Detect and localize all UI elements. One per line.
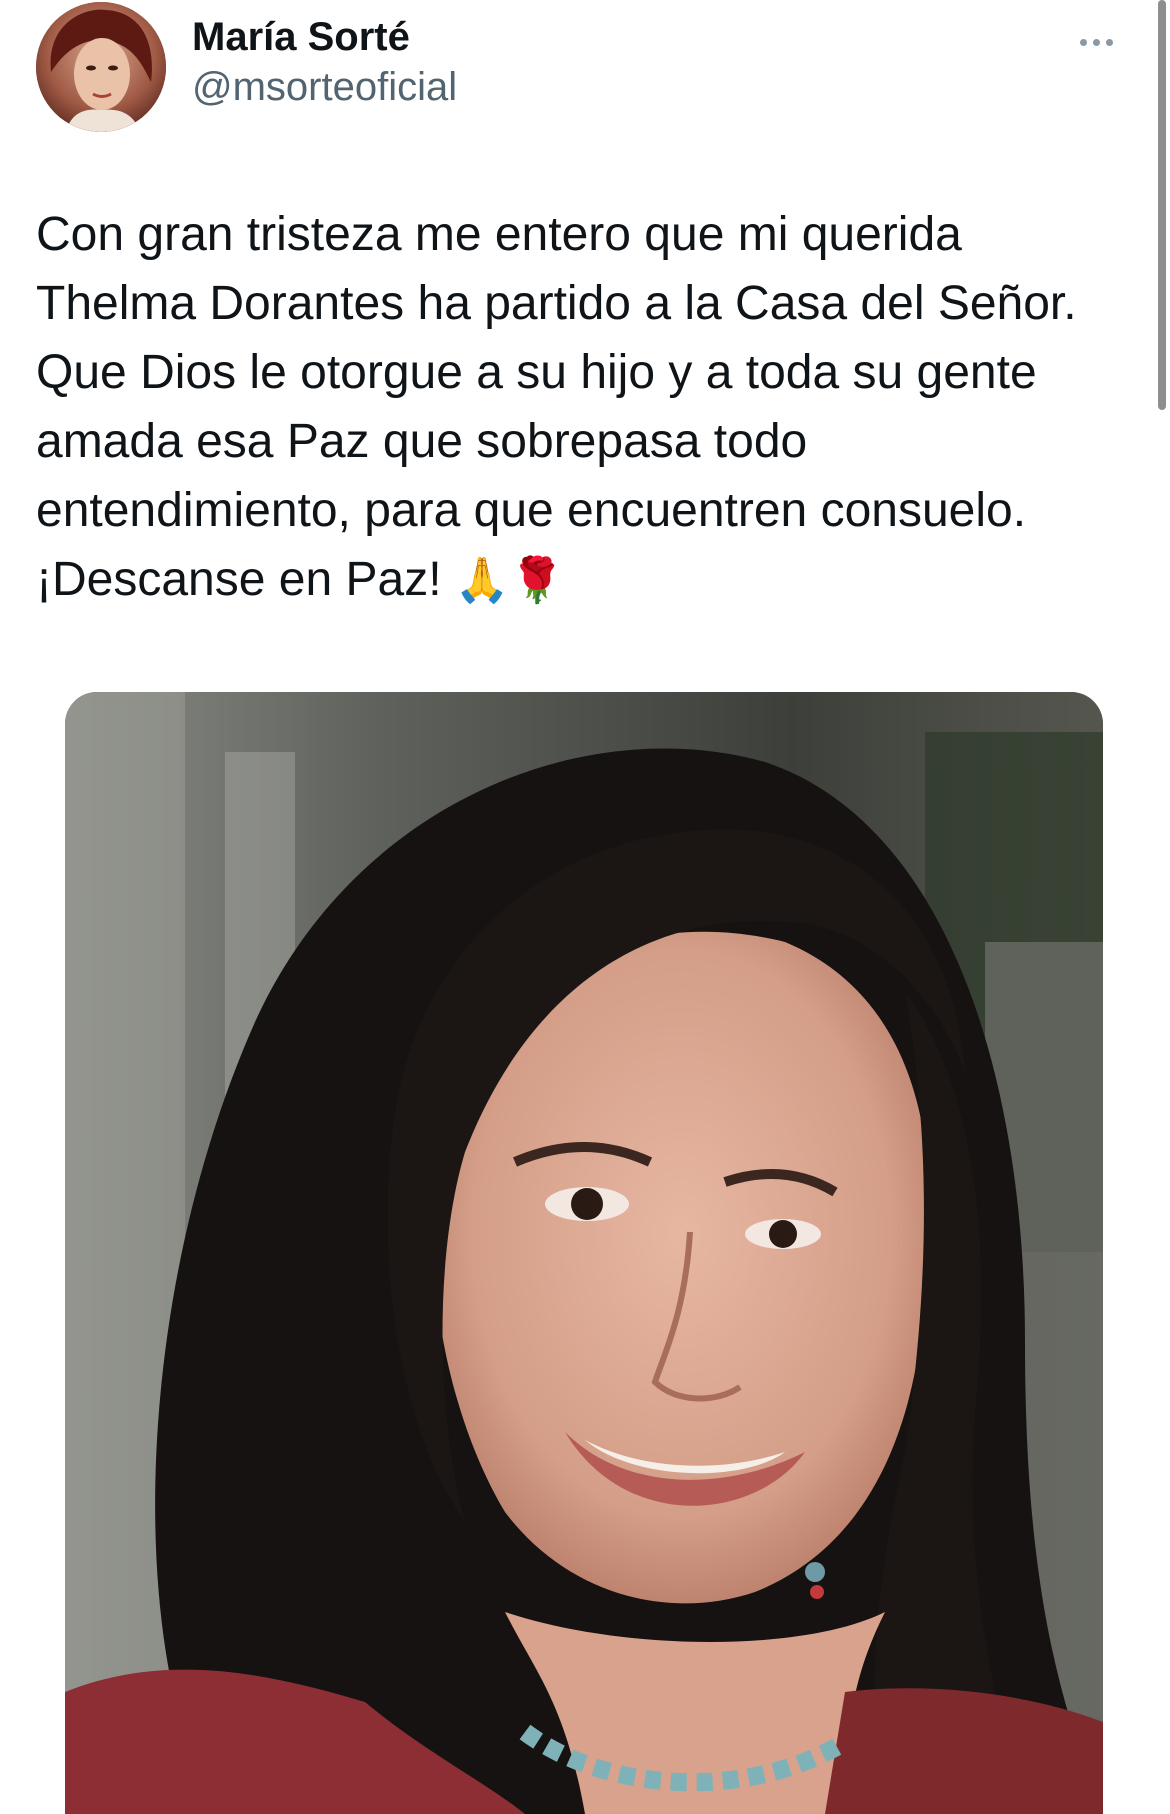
more-horizontal-icon-dot-3 (1105, 38, 1113, 46)
user-handle[interactable]: @msorteoficial (192, 64, 457, 110)
avatar[interactable] (36, 2, 166, 132)
tweet-text-line-3: Que Dios le otorgue a su hijo y a toda s… (36, 346, 1037, 399)
tweet-photo[interactable] (65, 692, 1103, 1814)
tweet-header: María Sorté @msorteoficial (36, 0, 1126, 140)
more-horizontal-icon-dot-2 (1092, 38, 1100, 46)
folded-hands-emoji: 🙏 (454, 555, 510, 606)
more-horizontal-icon (1079, 38, 1087, 46)
tweet-text-line-4: amada esa Paz que sobrepasa todo (36, 415, 808, 468)
tweet-text-line-6: ¡Descanse en Paz! (36, 553, 442, 606)
tweet-text-line-2: Thelma Dorantes ha partido a la Casa del… (36, 277, 1077, 330)
tweet-text-line-5: entendimiento, para que encuentren consu… (36, 484, 1027, 537)
author-info: María Sorté @msorteoficial (192, 14, 457, 110)
tweet-text-line-1: Con gran tristeza me entero que mi queri… (36, 208, 962, 261)
tweet-text: Con gran tristeza me entero que mi queri… (36, 200, 1136, 615)
display-name[interactable]: María Sorté (192, 14, 457, 60)
tweet: María Sorté @msorteoficial Con gran tris… (0, 0, 1170, 1814)
portrait-photo (65, 692, 1103, 1814)
scrollbar[interactable] (1158, 0, 1166, 410)
more-options-button[interactable] (1066, 22, 1126, 62)
avatar-image (36, 2, 166, 132)
rose-emoji: 🌹 (509, 555, 565, 606)
